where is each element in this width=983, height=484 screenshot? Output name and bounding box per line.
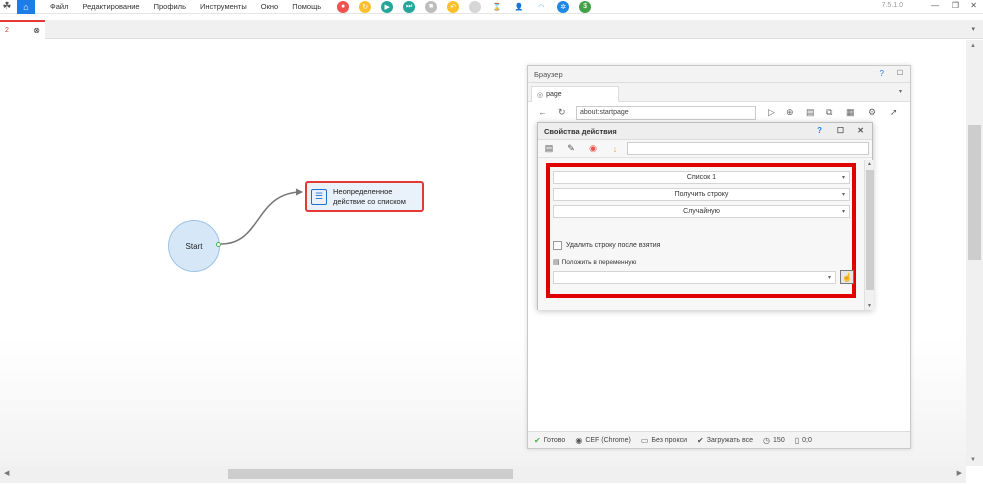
page-icon[interactable]: ▤ [806, 107, 815, 118]
props-maximize-icon[interactable]: ☐ [837, 126, 844, 135]
scroll-right-icon[interactable]: ▶ [957, 469, 962, 477]
start-node-label: Start [185, 241, 203, 251]
variable-label-row: ▤ Положить в переменную [553, 258, 637, 267]
chevron-down-icon: ▾ [841, 175, 845, 181]
status-coords: ▯ 0;0 [795, 436, 812, 445]
list-settings-icon: ▤ [544, 143, 554, 153]
props-record-button[interactable]: ◉ [586, 142, 600, 156]
download-arrow-icon: ↓ [612, 143, 618, 154]
status-coords-value: 0;0 [802, 436, 812, 444]
monitor-icon: ▭ [640, 435, 649, 445]
scroll-down-icon[interactable]: ▼ [970, 457, 976, 463]
browser-title-bar: Браузер ? ☐ [528, 66, 910, 83]
variable-picker-button[interactable]: ☝ [840, 270, 854, 284]
status-load[interactable]: ✔ Загружать все [697, 436, 753, 445]
delete-after-take-checkbox[interactable] [553, 241, 562, 250]
chevron-down-icon: ▾ [827, 275, 831, 281]
status-ready-label: Готово [543, 436, 566, 444]
props-body: Список 1 ▾ Получить строку ▾ Случайную ▾… [538, 160, 874, 310]
status-ready: ✔ Готово [534, 436, 565, 445]
back-arrow-icon[interactable]: ← [538, 107, 547, 117]
ready-check-icon: ✔ [534, 435, 541, 445]
props-help-icon[interactable]: ? [817, 126, 822, 135]
load-check-icon: ✔ [697, 435, 704, 445]
operation-select-value: Получить строку [674, 191, 729, 198]
props-scrollbar[interactable]: ▲ ▼ [864, 160, 874, 310]
variable-input[interactable]: ▾ [553, 271, 836, 284]
canvas-vertical-scrollbar[interactable]: ▲ ▼ [966, 40, 983, 466]
browser-nav-bar: ← ↻ about:startpage ▷ ⊕ ▤ ⧉ ▦ ⚙ ➚ [528, 102, 910, 124]
action-properties-dialog: Свойства действия ? ☐ ✕ ▤ ✎ ◉ ↓ Список 1… [537, 122, 874, 310]
go-icon[interactable]: ▷ [768, 107, 775, 118]
delete-after-take-row[interactable]: Удалить строку после взятия [553, 241, 660, 250]
delete-after-take-label: Удалить строку после взятия [566, 242, 661, 249]
settings-icon[interactable]: ⚙ [868, 107, 876, 118]
props-scroll-thumb[interactable] [866, 170, 874, 290]
browser-help-icon[interactable]: ? [880, 69, 884, 78]
action-node-label-line2: действие со списком [333, 196, 406, 206]
status-engine-label: CEF (Chrome) [585, 436, 631, 444]
globe-icon: ◎ [537, 91, 544, 99]
browser-page-tab[interactable]: ◎ page [531, 86, 619, 102]
scroll-left-icon[interactable]: ◀ [4, 469, 9, 477]
status-load-label: Загружать все [706, 436, 754, 444]
mouse-icon: ▯ [794, 435, 800, 445]
list-select[interactable]: Список 1 ▾ [553, 171, 850, 184]
edit-icon: ✎ [567, 143, 575, 153]
list-icon: ☰ [311, 188, 327, 205]
props-edit-button[interactable]: ✎ [564, 142, 578, 156]
cursor-icon[interactable]: ➚ [890, 107, 898, 118]
highlight-frame: Список 1 ▾ Получить строку ▾ Случайную ▾… [546, 163, 856, 298]
pointer-icon: ☝ [842, 272, 852, 282]
zoom-icon[interactable]: ⊕ [786, 107, 794, 118]
browser-tabs: ◎ page ▾ [528, 83, 910, 102]
action-node-label-line1: Неопределенное [333, 186, 393, 196]
horizontal-scroll-thumb[interactable] [228, 469, 513, 479]
chevron-down-icon: ▾ [841, 192, 845, 198]
mode-select-value: Случайную [683, 208, 720, 215]
status-timeout[interactable]: ◷ 150 [763, 436, 785, 445]
browser-tabs-chevron-icon[interactable]: ▾ [899, 88, 902, 95]
vertical-scroll-thumb[interactable] [968, 125, 981, 260]
props-search-input[interactable] [627, 142, 869, 155]
list-select-value: Список 1 [686, 174, 717, 181]
props-toolbar: ▤ ✎ ◉ ↓ [538, 140, 872, 158]
engine-icon: ◉ [575, 435, 583, 445]
status-timeout-value: 150 [773, 436, 785, 444]
browser-title: Браузер [534, 69, 563, 79]
variable-icon: ▤ [553, 259, 560, 266]
start-node[interactable]: Start [168, 220, 220, 272]
browser-maximize-icon[interactable]: ☐ [897, 69, 903, 77]
props-close-icon[interactable]: ✕ [857, 126, 864, 135]
props-title: Свойства действия [544, 126, 617, 136]
status-proxy-label: Без прокси [651, 436, 688, 444]
screenshot-icon[interactable]: ⧉ [826, 107, 832, 118]
props-scroll-up-icon[interactable]: ▲ [867, 161, 872, 167]
list-action-node[interactable]: ☰ Неопределенное действие со списком [305, 181, 424, 212]
status-proxy[interactable]: ▭ Без прокси [641, 436, 687, 445]
canvas-horizontal-scrollbar[interactable]: ◀ ▶ [0, 466, 966, 483]
props-scroll-down-icon[interactable]: ▼ [867, 303, 872, 309]
props-title-bar: Свойства действия ? ☐ ✕ [538, 123, 872, 140]
variable-label: Положить в переменную [561, 258, 637, 266]
page-tab-label: page [546, 91, 562, 98]
clock-icon: ◷ [763, 435, 771, 445]
document-icon[interactable]: ▦ [846, 107, 855, 118]
props-download-button[interactable]: ↓ [608, 142, 622, 156]
chevron-down-icon: ▾ [841, 209, 845, 215]
url-input[interactable]: about:startpage [576, 106, 756, 120]
status-engine[interactable]: ◉ CEF (Chrome) [575, 436, 631, 445]
mode-select[interactable]: Случайную ▾ [553, 205, 850, 218]
reload-icon[interactable]: ↻ [558, 107, 566, 118]
record-icon: ◉ [589, 143, 597, 153]
start-node-output-port[interactable] [216, 242, 221, 247]
operation-select[interactable]: Получить строку ▾ [553, 188, 850, 201]
props-list-button[interactable]: ▤ [542, 142, 556, 156]
scroll-up-icon[interactable]: ▲ [970, 43, 976, 49]
browser-status-bar: ✔ Готово ◉ CEF (Chrome) ▭ Без прокси ✔ Загру… [528, 431, 910, 448]
